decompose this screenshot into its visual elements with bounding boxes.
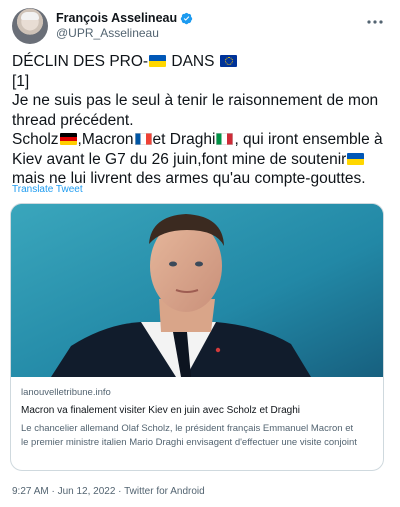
- card-description-line: Le chancelier allemand Olaf Scholz, le p…: [21, 423, 354, 434]
- card-meta: lanouvelletribune.info Macron va finalem…: [21, 380, 373, 450]
- tweet-line-5: Scholz ,Macron et Draghi , qui iront ensemb…: [12, 130, 388, 150]
- card-description-line: le premier ministre italien Mario Draghi…: [21, 437, 357, 448]
- tweet-line-3: Je ne suis pas le seul à tenir le raison…: [12, 92, 379, 109]
- card-domain: lanouvelletribune.info: [21, 387, 111, 398]
- france-flag-icon: [134, 133, 152, 145]
- tweet-text-segment: Kiev avant le G7 du 26 juin,font mine de…: [12, 150, 347, 168]
- tweet-header: François Asselineau @UPR_Asselineau: [12, 8, 388, 44]
- display-name[interactable]: François Asselineau: [56, 11, 177, 26]
- handle[interactable]: @UPR_Asselineau: [56, 26, 193, 41]
- germany-flag-icon: [59, 133, 77, 145]
- tweet-line-1: DÉCLIN DES PRO- DANS: [12, 52, 388, 72]
- ellipsis-icon: [367, 20, 383, 24]
- author-names: François Asselineau @UPR_Asselineau: [56, 11, 193, 41]
- tweet-text-segment: Scholz: [12, 131, 59, 148]
- card-title: Macron va finalement visiter Kiev en jui…: [21, 405, 301, 416]
- avatar[interactable]: [12, 8, 48, 44]
- tweet-text: DÉCLIN DES PRO- DANS [1] Je ne suis pas …: [12, 52, 388, 189]
- tweet-text-segment: ,Macron: [77, 131, 134, 148]
- tweet-line-6: Kiev avant le G7 du 26 juin,font mine de…: [12, 150, 388, 170]
- tweet-text-segment: et Draghi: [152, 131, 216, 148]
- card-description: Le chancelier allemand Olaf Scholz, le p…: [21, 422, 373, 450]
- tweet-text-segment: DÉCLIN DES PRO-: [12, 53, 149, 70]
- translate-tweet-link[interactable]: Translate Tweet: [12, 184, 83, 195]
- tweet-text-segment: DANS: [167, 53, 219, 70]
- tweet-line-2: [1]: [12, 72, 30, 90]
- card-image[interactable]: [11, 204, 383, 377]
- eu-flag-icon: [219, 55, 237, 67]
- ukraine-flag-icon: [347, 152, 365, 165]
- italy-flag-icon: [216, 133, 234, 145]
- portrait-illustration: [11, 204, 383, 377]
- ukraine-flag-icon: [149, 55, 167, 67]
- tweet-line-4: thread précédent.: [12, 111, 134, 129]
- link-preview-card[interactable]: lanouvelletribune.info Macron va finalem…: [10, 203, 384, 471]
- tweet-text-segment: , qui iront ensemble à: [234, 131, 383, 148]
- name-row: François Asselineau: [56, 11, 193, 26]
- verified-badge-icon: [180, 12, 193, 25]
- more-options-icon[interactable]: [364, 11, 386, 33]
- tweet: François Asselineau @UPR_Asselineau DÉCL…: [0, 0, 400, 507]
- tweet-timestamp[interactable]: 9:27 AM · Jun 12, 2022 · Twitter for And…: [12, 486, 205, 497]
